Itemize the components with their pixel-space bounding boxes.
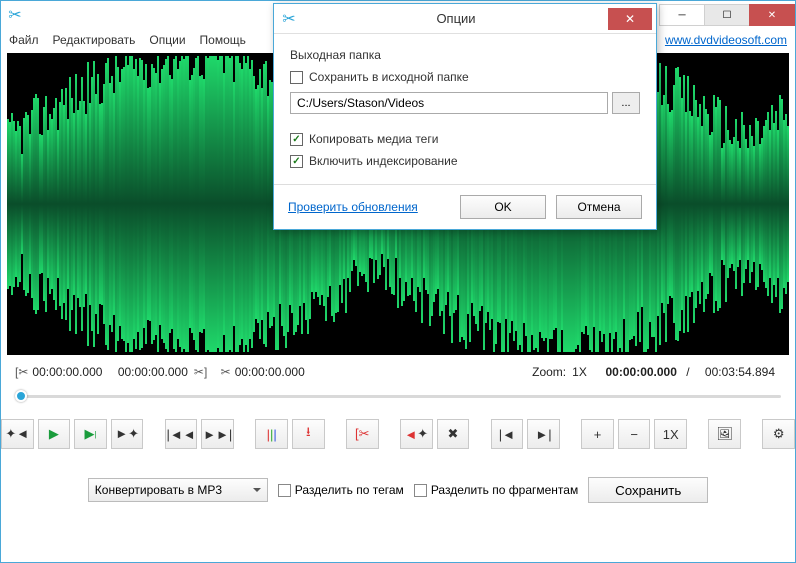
time-info-bar: [✂ 00:00:00.000 00:00:00.000 ✂] ✂ 00:00:… (1, 355, 795, 383)
app-icon: ✂ (1, 1, 29, 29)
check-updates-link[interactable]: Проверить обновления (288, 200, 418, 214)
time-separator: / (686, 365, 689, 379)
go-start-button[interactable]: |◄ (491, 419, 524, 449)
checkbox-icon (290, 71, 303, 84)
split-by-fragments-checkbox[interactable]: Разделить по фрагментам (414, 483, 578, 497)
duration-time: 00:03:54.894 (705, 365, 775, 379)
settings-button[interactable]: ⚙ (762, 419, 795, 449)
menu-edit[interactable]: Редактировать (53, 33, 136, 47)
format-combo[interactable]: Конвертировать в MP3 (88, 478, 268, 502)
split-fragments-label: Разделить по фрагментам (431, 483, 578, 497)
seek-forward-button[interactable]: ►✦ (111, 419, 144, 449)
ok-button[interactable]: OK (460, 195, 546, 219)
scissors-icon: ✂ (8, 5, 21, 25)
checkbox-icon (278, 484, 291, 497)
cancel-button[interactable]: Отмена (556, 195, 642, 219)
save-source-label: Сохранить в исходной папке (309, 70, 469, 84)
play-selection-button[interactable]: ▶| (74, 419, 107, 449)
copy-media-tags-checkbox[interactable]: Копировать медиа теги (290, 132, 640, 146)
menu-help[interactable]: Помощь (200, 33, 246, 47)
cut-button[interactable]: [✂ (346, 419, 379, 449)
bracket-open-icon: [✂ (15, 365, 28, 379)
trim-left-button[interactable]: ◄✦ (400, 419, 433, 449)
zoom-out-button[interactable]: − (618, 419, 651, 449)
scissors-icon: ✂ (221, 365, 231, 379)
play-button[interactable]: ▶ (38, 419, 71, 449)
zoom-in-button[interactable]: + (581, 419, 614, 449)
close-button[interactable]: ✕ (749, 4, 795, 26)
enable-indexing-checkbox[interactable]: Включить индексирование (290, 154, 640, 168)
go-end-button[interactable]: ►| (527, 419, 560, 449)
maximize-button[interactable]: ☐ (704, 4, 750, 26)
delete-button[interactable]: ✖ (437, 419, 470, 449)
zoom-reset-button[interactable]: 1X (654, 419, 687, 449)
slider-track (15, 395, 781, 398)
split-by-tags-checkbox[interactable]: Разделить по тегам (278, 483, 404, 497)
checkbox-icon (414, 484, 427, 497)
dialog-titlebar[interactable]: ✂ Опции ✕ (274, 4, 656, 34)
menu-file[interactable]: Файл (9, 33, 39, 47)
image-button[interactable]: 🖼 (708, 419, 741, 449)
marker-button[interactable]: ||| (255, 419, 288, 449)
minimize-button[interactable]: ─ (659, 4, 705, 26)
website-link[interactable]: www.dvdvideosoft.com (665, 33, 787, 47)
checkbox-checked-icon (290, 155, 303, 168)
options-dialog: ✂ Опции ✕ Выходная папка Сохранить в исх… (273, 3, 657, 230)
save-in-source-checkbox[interactable]: Сохранить в исходной папке (290, 70, 640, 84)
zoom-label: Zoom: (532, 365, 566, 379)
selection-start-time: 00:00:00.000 (32, 365, 102, 379)
split-tags-label: Разделить по тегам (295, 483, 404, 497)
enable-index-label: Включить индексирование (309, 154, 458, 168)
save-button[interactable]: Сохранить (588, 477, 708, 503)
skip-back-button[interactable]: |◄◄ (165, 419, 198, 449)
format-label: Конвертировать в MP3 (95, 483, 222, 497)
output-folder-label: Выходная папка (290, 48, 640, 62)
zoom-value: 1X (572, 365, 587, 379)
position-slider[interactable] (15, 387, 781, 405)
menu-options[interactable]: Опции (149, 33, 185, 47)
skip-forward-button[interactable]: ►►| (201, 419, 234, 449)
copy-tags-label: Копировать медиа теги (309, 132, 438, 146)
position-time: 00:00:00.000 (606, 365, 677, 379)
browse-button[interactable]: ... (612, 92, 640, 114)
output-path-input[interactable] (290, 92, 608, 114)
bracket-close-icon: ✂] (194, 365, 207, 379)
seek-back-button[interactable]: ✦◄ (1, 419, 34, 449)
dialog-icon: ✂ (274, 9, 304, 29)
bottom-bar: Конвертировать в MP3 Разделить по тегам … (1, 459, 795, 515)
selection-end-time: 00:00:00.000 (118, 365, 188, 379)
set-marker-button[interactable]: ⭳ (292, 419, 325, 449)
sliders-icon: ⚙ (773, 426, 785, 442)
dialog-title: Опции (304, 11, 608, 26)
dialog-close-button[interactable]: ✕ (608, 8, 652, 30)
cursor-time: 00:00:00.000 (235, 365, 305, 379)
checkbox-checked-icon (290, 133, 303, 146)
toolbar: ✦◄ ▶ ▶| ►✦ |◄◄ ►►| ||| ⭳ [✂ ◄✦ ✖ |◄ ►| +… (1, 413, 795, 459)
slider-thumb[interactable] (15, 390, 27, 402)
